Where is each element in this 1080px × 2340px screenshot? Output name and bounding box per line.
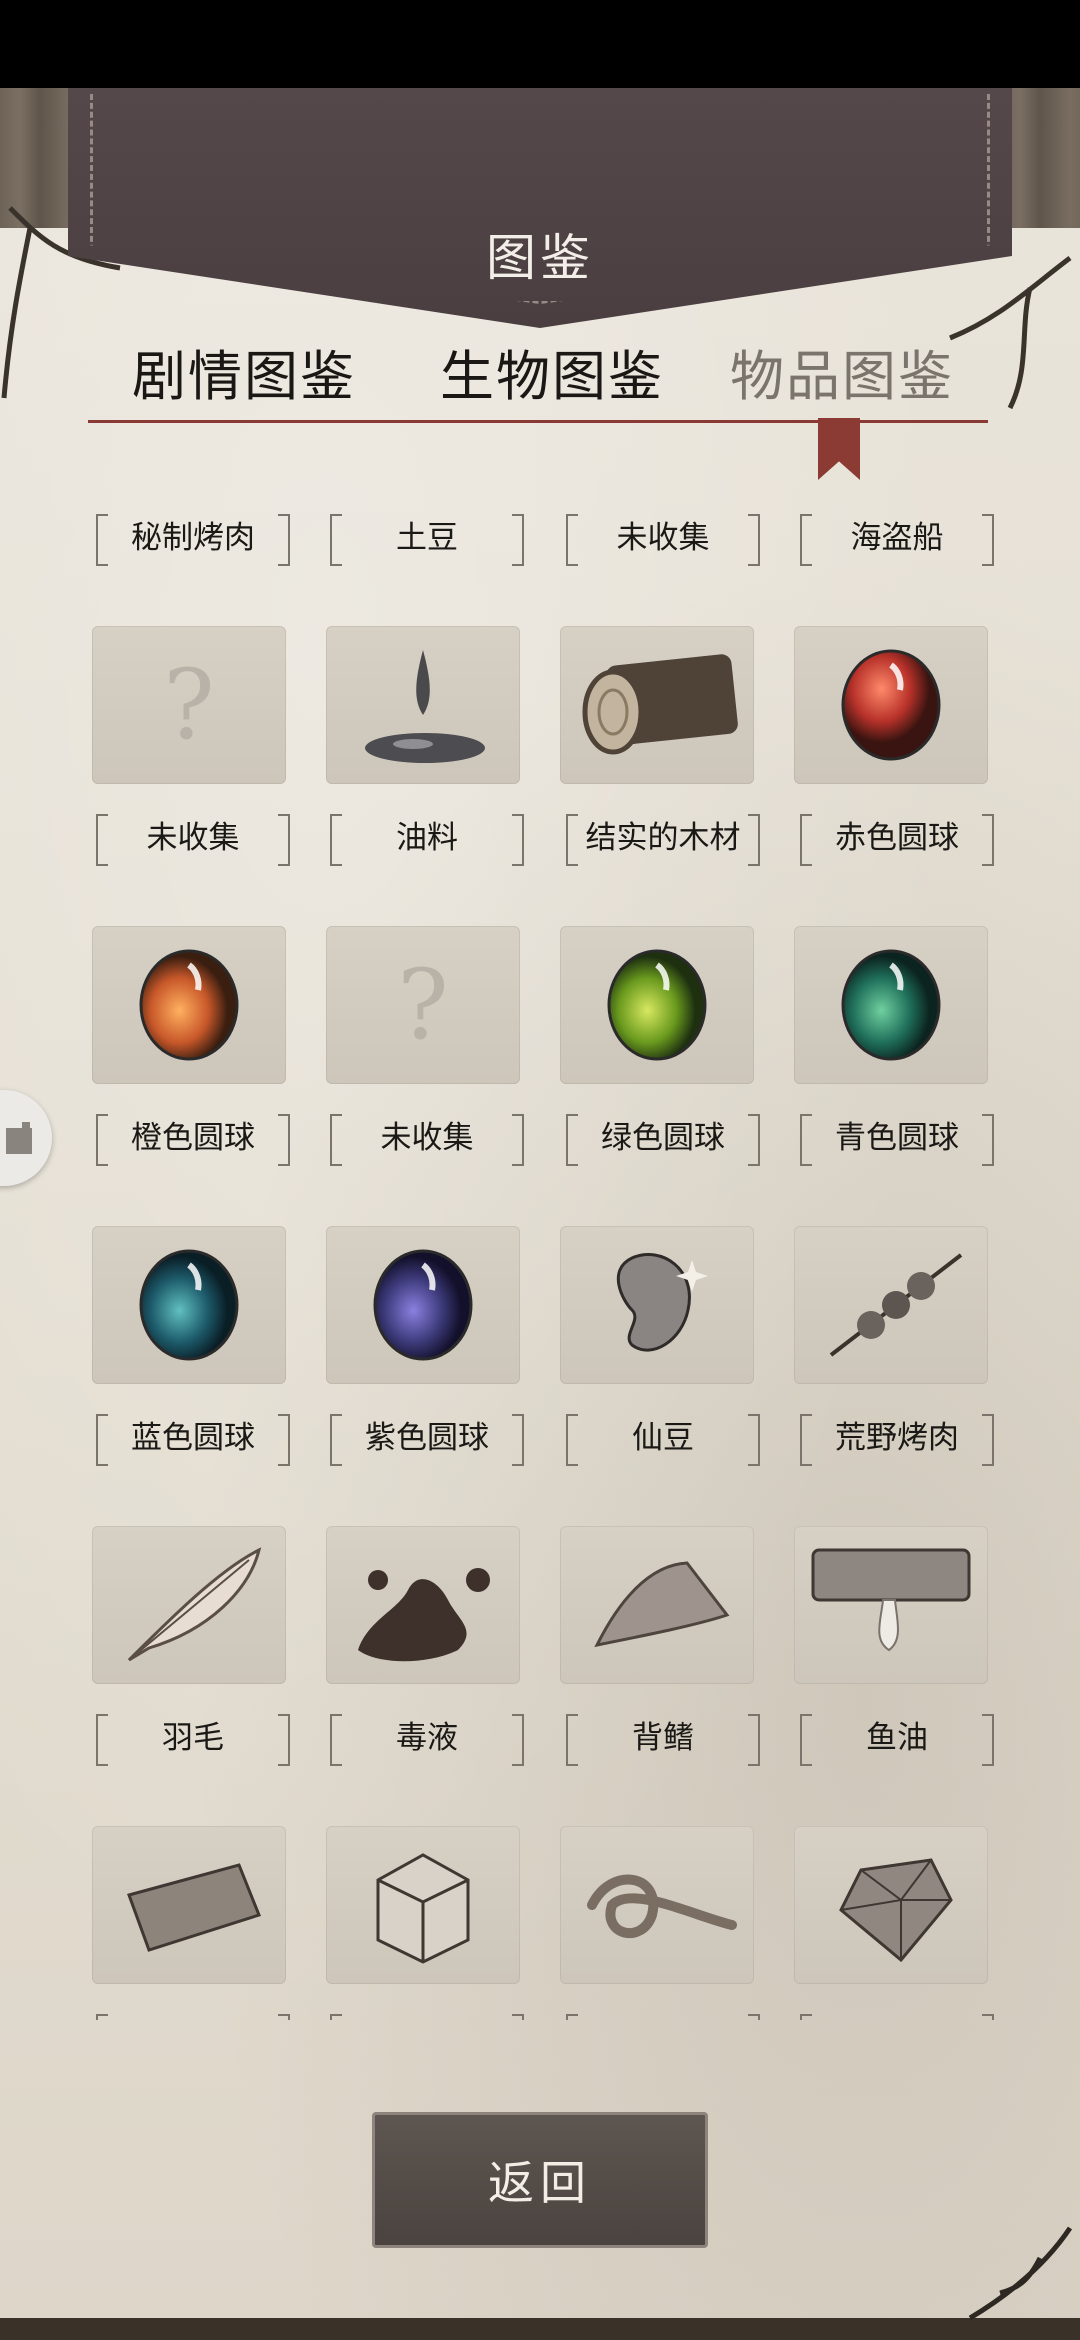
tab-creatures[interactable]: 生物图鉴 [440, 332, 664, 411]
page-title: 图鉴 [486, 229, 594, 287]
red-orb-icon [841, 649, 941, 761]
rope-icon [587, 1874, 737, 1938]
item-label: 荒野烤肉 [800, 1410, 994, 1466]
item-label: 背鳍 [566, 1710, 760, 1766]
feather-icon [127, 1547, 262, 1662]
item-card[interactable] [92, 1226, 286, 1384]
puzzle-icon [6, 1122, 32, 1154]
fish-oil-icon [811, 1548, 971, 1652]
blue-orb-icon [139, 1249, 239, 1361]
item-card[interactable] [794, 1226, 988, 1384]
item-label: 未收集 [96, 810, 290, 866]
item-label-partial [330, 2010, 524, 2020]
question-mark-icon: ? [397, 949, 449, 1061]
item-label: 青色圆球 [800, 1110, 994, 1166]
oil-puddle-icon [365, 650, 485, 763]
item-card[interactable] [794, 626, 988, 784]
item-card[interactable] [326, 1526, 520, 1684]
item-grid[interactable]: ? ? 未收集 油料 结实的木材 赤色圆球 橙色圆球 未收集 绿色圆球 青色圆球… [0, 500, 1080, 2020]
item-card[interactable] [794, 926, 988, 1084]
item-label: 橙色圆球 [96, 1110, 290, 1166]
item-label: 仙豆 [566, 1410, 760, 1466]
item-card[interactable] [560, 1226, 754, 1384]
item-card[interactable]: ? [92, 626, 286, 784]
dorsal-fin-icon [594, 1561, 730, 1648]
venom-splash-icon [358, 1568, 490, 1662]
branch-decoration-bottom [968, 2226, 1073, 2321]
item-label: 油料 [330, 810, 524, 866]
item-label: 羽毛 [96, 1710, 290, 1766]
item-card[interactable] [560, 1526, 754, 1684]
bean-icon [616, 1253, 708, 1352]
tab-items[interactable]: 物品图鉴 [730, 332, 954, 411]
item-label: 赤色圆球 [800, 810, 994, 866]
item-label-partial [566, 2010, 760, 2020]
item-card[interactable] [92, 1826, 286, 1984]
orange-orb-icon [139, 949, 239, 1061]
item-card[interactable] [560, 626, 754, 784]
item-label: 鱼油 [800, 1710, 994, 1766]
item-label: 紫色圆球 [330, 1410, 524, 1466]
return-button[interactable]: 返回 [372, 2112, 708, 2248]
log-icon [582, 654, 738, 755]
item-label-partial [800, 2010, 994, 2020]
cyan-orb-icon [841, 949, 941, 1061]
item-label: 未收集 [330, 1110, 524, 1166]
category-tabs: 剧情图鉴 生物图鉴 物品图鉴 [88, 332, 988, 412]
item-card[interactable] [794, 1826, 988, 1984]
crystal-icon [839, 1858, 953, 1963]
item-label: 蓝色圆球 [96, 1410, 290, 1466]
item-label: 毒液 [330, 1710, 524, 1766]
purple-orb-icon [373, 1249, 473, 1361]
item-card[interactable] [326, 1826, 520, 1984]
meat-skewer-icon [829, 1253, 963, 1357]
tab-story[interactable]: 剧情图鉴 [132, 332, 356, 411]
item-card[interactable] [794, 1526, 988, 1684]
item-label-partial [96, 2010, 290, 2020]
item-card[interactable] [326, 1226, 520, 1384]
item-label: 结实的木材 [566, 810, 760, 866]
green-orb-icon [607, 949, 707, 1061]
item-card[interactable]: ? [326, 926, 520, 1084]
item-label: 绿色圆球 [566, 1110, 760, 1166]
item-card[interactable] [560, 926, 754, 1084]
item-card[interactable] [92, 1526, 286, 1684]
stone-slab-icon [127, 1863, 261, 1952]
status-bar [0, 0, 1080, 88]
wood-frame-bottom [0, 2318, 1080, 2340]
question-mark-icon: ? [163, 649, 215, 761]
item-card[interactable] [326, 626, 520, 784]
item-card[interactable] [560, 1826, 754, 1984]
crate-icon [376, 1853, 470, 1964]
item-card[interactable] [92, 926, 286, 1084]
